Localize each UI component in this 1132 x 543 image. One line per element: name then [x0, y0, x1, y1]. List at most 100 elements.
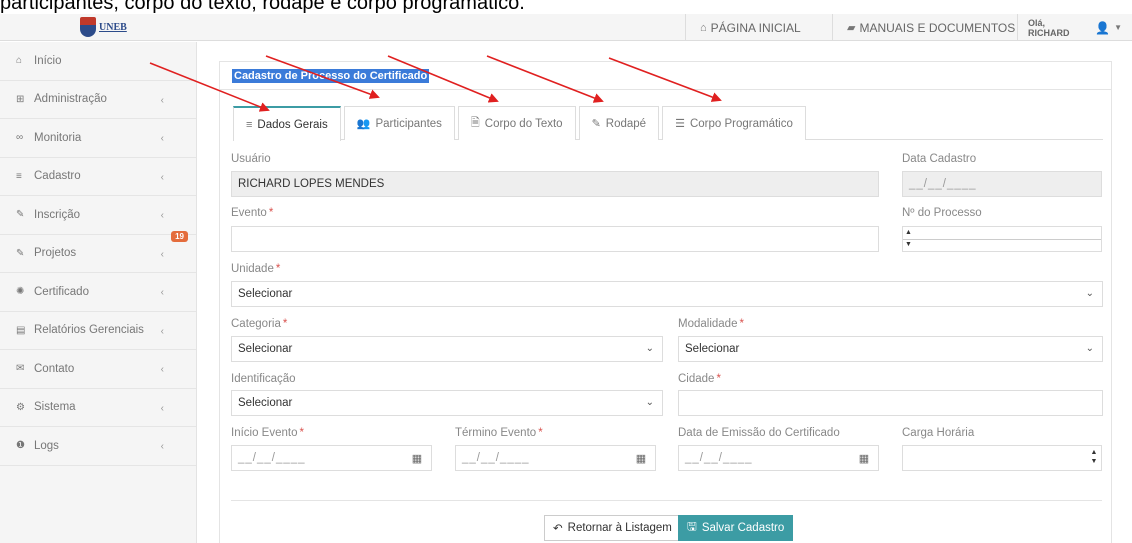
home-link-label: PÁGINA INICIAL: [710, 20, 801, 35]
sidebar-item-label: Cadastro: [34, 170, 81, 183]
sidebar-item-certificado[interactable]: ✺ Certificado ‹: [0, 273, 196, 312]
chevron-down-icon: ⌄: [645, 343, 654, 354]
sidebar-item-monitoria[interactable]: ∞ Monitoria ‹: [0, 119, 196, 158]
binoculars-icon: ∞: [16, 132, 24, 144]
form-divider: [231, 500, 1102, 501]
edit-icon: ✎: [16, 209, 25, 221]
usuario-label: Usuário: [231, 153, 271, 165]
inicio-label: Início Evento *: [231, 427, 304, 439]
carga-input[interactable]: ▲ ▼: [902, 445, 1102, 471]
calendar-icon[interactable]: ▦: [403, 446, 431, 470]
chevron-down-icon: ⌄: [1085, 343, 1094, 354]
sidebar-item-in-cio[interactable]: ⌂ Início: [0, 42, 196, 81]
book-icon: ▰: [847, 22, 856, 34]
identificacao-select[interactable]: Selecionar ⌄: [231, 390, 663, 416]
sidebar-item-label: Logs: [34, 439, 59, 452]
unidade-select[interactable]: Selecionar ⌄: [231, 281, 1103, 307]
tab-icon: 👥: [356, 118, 371, 130]
modalidade-value: Selecionar: [685, 343, 740, 355]
envelope-icon: ✉: [16, 363, 25, 375]
info-icon: ❶: [16, 440, 25, 452]
manuals-link-label: MANUAIS E DOCUMENTOS: [859, 20, 1016, 35]
usuario-field: RICHARD LOPES MENDES: [231, 171, 879, 197]
carga-stepper[interactable]: ▲ ▼: [1089, 448, 1099, 466]
evento-input[interactable]: [231, 226, 879, 252]
sidebar-item-logs[interactable]: ❶ Logs ‹: [0, 427, 196, 466]
inicio-value: __/__/____: [238, 452, 306, 464]
emissao-date-input[interactable]: __/__/____ ▦: [678, 445, 879, 471]
sidebar-item-label: Sistema: [34, 401, 76, 414]
panel-header: Cadastro de Processo do Certificado: [220, 62, 1111, 90]
back-to-list-button[interactable]: ↶ Retornar à Listagem: [544, 515, 681, 541]
uneb-logo[interactable]: UNEB: [80, 16, 136, 38]
modalidade-select[interactable]: Selecionar ⌄: [678, 336, 1103, 362]
categoria-value: Selecionar: [238, 343, 293, 355]
processo-label: Nº do Processo: [902, 207, 982, 219]
sitemap-icon: ⊞: [16, 93, 25, 105]
processo-stepper[interactable]: ▲ ▼: [905, 229, 912, 248]
sidebar-item-cadastro[interactable]: ≡ Cadastro ‹: [0, 158, 196, 196]
usuario-value: RICHARD LOPES MENDES: [238, 178, 385, 190]
sidebar-item-projetos[interactable]: ✎ Projetos ‹ 19: [0, 230, 196, 273]
data-cadastro-field: __/__/____: [902, 171, 1102, 197]
notification-badge: 19: [171, 230, 188, 242]
termino-value: __/__/____: [462, 452, 530, 464]
tab-icon: ☰: [675, 118, 685, 130]
logo-text: UNEB: [99, 21, 127, 33]
tab-corpo-program-tico[interactable]: ☰ Corpo Programático: [662, 106, 806, 140]
sidebar-item-label: Inscrição: [34, 208, 81, 221]
home-link[interactable]: ⌂ PÁGINA INICIAL: [685, 14, 815, 41]
data-cadastro-value: __/__/____: [909, 178, 977, 190]
tab-corpo-do-texto[interactable]: 🗎 Corpo do Texto: [457, 106, 576, 140]
inicio-date-input[interactable]: __/__/____ ▦: [231, 445, 432, 471]
chevron-left-icon: ‹: [160, 441, 164, 452]
sidebar-item-sistema[interactable]: ⚙ Sistema ‹: [0, 389, 196, 427]
emissao-label: Data de Emissão do Certificado: [678, 427, 840, 439]
sidebar-item-label: Relatórios Gerenciais: [34, 324, 144, 337]
identificacao-value: Selecionar: [238, 397, 293, 409]
sidebar-item-relat-rios-gerenciais[interactable]: ▤ Relatórios Gerenciais ‹: [0, 312, 196, 350]
sidebar-item-label: Monitoria: [34, 131, 82, 144]
top-navbar: UNEB ⌂ PÁGINA INICIAL ▰ MANUAIS E DOCUME…: [0, 14, 1132, 41]
user-greeting: Olá, RICHARD: [1028, 17, 1070, 38]
chevron-left-icon: ‹: [160, 94, 164, 106]
sidebar-item-label: Início: [34, 54, 62, 67]
tab-label: Corpo Programático: [689, 117, 793, 130]
save-icon: 🖫: [687, 520, 697, 533]
data-cadastro-label: Data Cadastro: [902, 153, 977, 165]
tab-rodap-[interactable]: ✎ Rodapé: [578, 106, 660, 140]
tab-dados-gerais[interactable]: ≡ Dados Gerais: [233, 106, 341, 141]
cidade-label: Cidade *: [678, 373, 721, 385]
calendar-icon[interactable]: ▦: [627, 446, 655, 470]
panel-title: Cadastro de Processo do Certificado: [232, 68, 430, 83]
unidade-label: Unidade *: [231, 263, 281, 275]
save-button-label: Salvar Cadastro: [701, 522, 785, 534]
calendar-icon[interactable]: ▦: [850, 446, 878, 470]
uneb-shield-icon: [80, 17, 96, 37]
list-icon: ≡: [16, 170, 22, 182]
sidebar-item-inscri-o[interactable]: ✎ Inscrição ‹: [0, 196, 196, 235]
tab-participantes[interactable]: 👥 Participantes: [343, 106, 455, 140]
carga-label: Carga Horária: [902, 427, 975, 439]
user-menu[interactable]: Olá, RICHARD 👤 ▼: [1017, 14, 1132, 41]
chevron-left-icon: ‹: [160, 325, 164, 337]
unidade-value: Selecionar: [238, 288, 293, 300]
manuals-link[interactable]: ▰ MANUAIS E DOCUMENTOS: [832, 14, 1029, 41]
tab-icon: 🗎: [470, 117, 480, 129]
report-icon: ▤: [16, 324, 26, 336]
categoria-select[interactable]: Selecionar ⌄: [231, 336, 663, 362]
termino-date-input[interactable]: __/__/____ ▦: [455, 445, 656, 471]
sidebar-item-label: Projetos: [34, 247, 77, 260]
save-button[interactable]: 🖫 Salvar Cadastro: [678, 515, 794, 541]
sidebar-item-administra-o[interactable]: ⊞ Administração ‹: [0, 81, 196, 119]
chevron-left-icon: ‹: [160, 364, 164, 375]
chevron-left-icon: ‹: [160, 133, 164, 144]
cidade-input[interactable]: [678, 390, 1103, 416]
chevron-left-icon: ‹: [160, 287, 164, 298]
tab-label: Participantes: [375, 117, 442, 130]
tab-label: Dados Gerais: [257, 118, 328, 131]
processo-input[interactable]: ▲ ▼: [902, 226, 1102, 252]
modalidade-label: Modalidade *: [678, 318, 744, 330]
sidebar-item-contato[interactable]: ✉ Contato ‹: [0, 350, 196, 389]
chevron-left-icon: ‹: [160, 248, 164, 260]
